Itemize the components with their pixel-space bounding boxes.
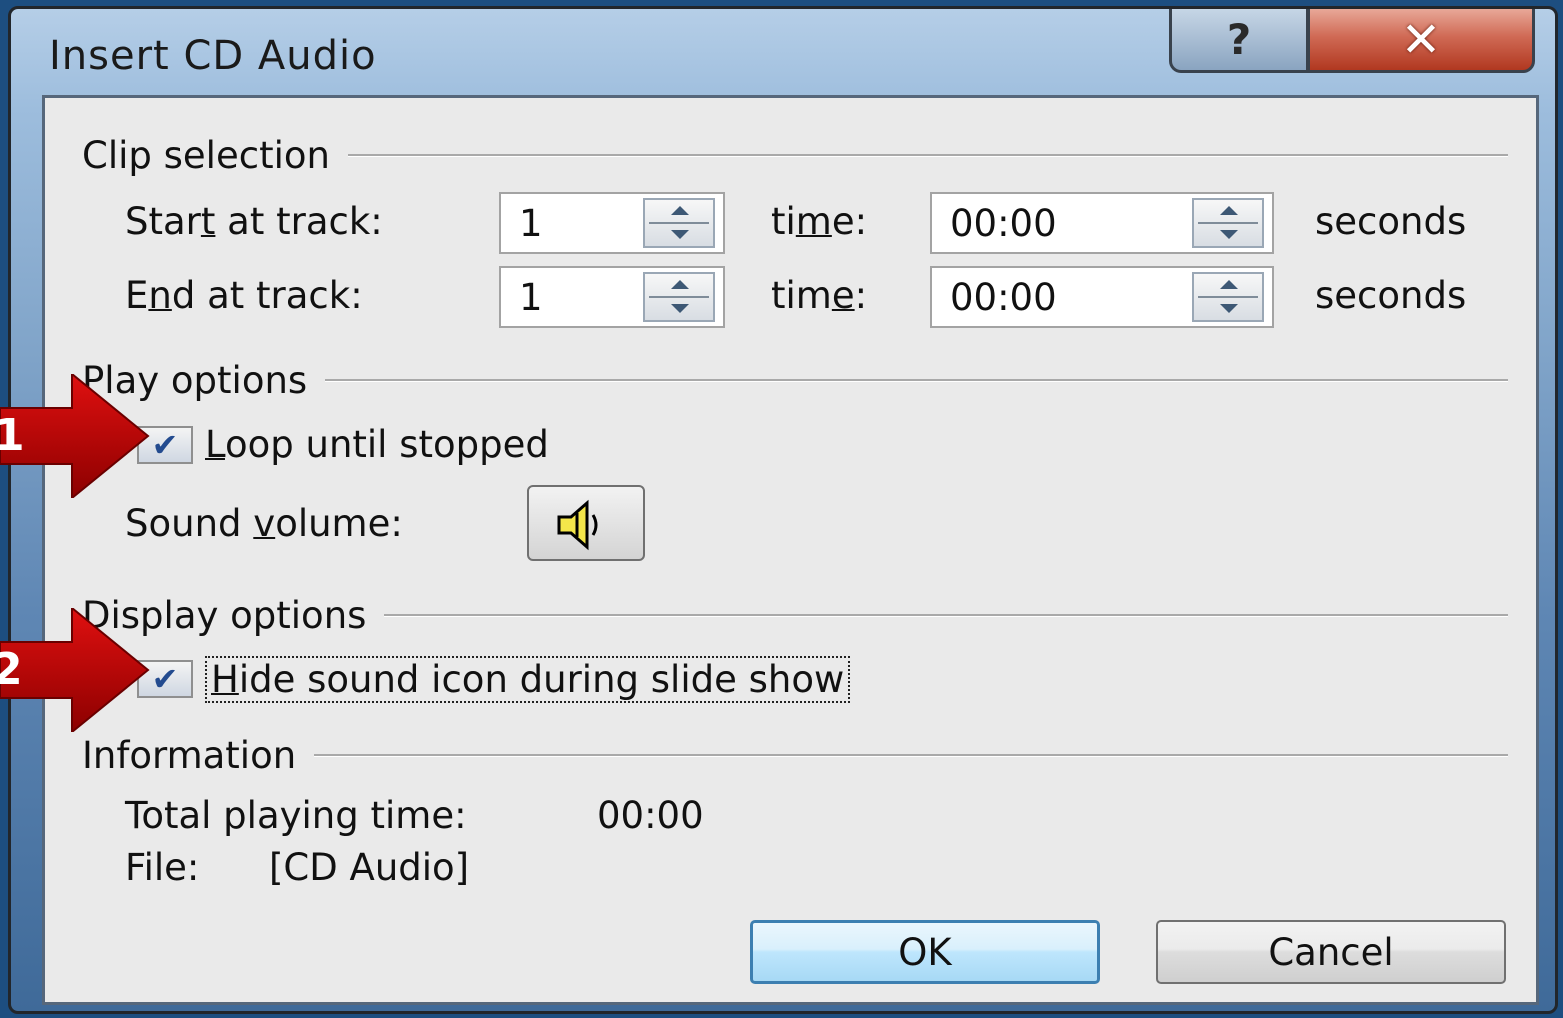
end-time-spin-buttons[interactable] <box>1192 272 1264 322</box>
insert-cd-audio-dialog: Insert CD Audio ? ✕ Clip selection Start… <box>8 6 1558 1014</box>
loop-label[interactable]: Loop until stopped <box>205 423 549 466</box>
ok-button[interactable]: OK <box>750 920 1100 984</box>
play-options-group: Play options <box>82 357 1508 403</box>
start-track-spinner[interactable]: 1 <box>499 192 725 254</box>
clip-selection-label: Clip selection <box>82 133 330 177</box>
callout-number-1: 1 <box>0 410 25 461</box>
dialog-title: Insert CD Audio <box>49 33 377 79</box>
total-playing-time-value: 00:00 <box>597 794 704 837</box>
end-time-spinner[interactable]: 00:00 <box>930 266 1274 328</box>
start-time-value[interactable]: 00:00 <box>950 202 1057 245</box>
spin-up-icon[interactable] <box>1220 280 1238 289</box>
end-time-value[interactable]: 00:00 <box>950 276 1057 319</box>
start-track-label: Start at track: <box>125 200 383 243</box>
end-track-spinner[interactable]: 1 <box>499 266 725 328</box>
file-label: File: <box>125 846 200 889</box>
spin-down-icon[interactable] <box>671 304 689 313</box>
end-seconds-label: seconds <box>1315 274 1467 317</box>
callout-number-2: 2 <box>0 644 23 695</box>
information-group: Information <box>82 732 1508 778</box>
speaker-icon <box>557 499 598 551</box>
information-label: Information <box>82 733 297 777</box>
total-playing-time-label: Total playing time: <box>125 794 467 837</box>
end-time-label: time: <box>771 274 868 317</box>
start-time-label: time: <box>771 200 868 243</box>
file-value: [CD Audio] <box>269 846 470 889</box>
group-divider <box>325 378 1508 382</box>
cancel-button[interactable]: Cancel <box>1156 920 1506 984</box>
close-button[interactable]: ✕ <box>1307 9 1535 73</box>
start-track-value[interactable]: 1 <box>519 202 543 245</box>
end-track-spin-buttons[interactable] <box>643 272 715 322</box>
group-divider <box>347 153 1508 157</box>
spin-down-icon[interactable] <box>1220 304 1238 313</box>
hide-sound-icon-label[interactable]: Hide sound icon during slide show <box>205 656 851 703</box>
spin-up-icon[interactable] <box>671 206 689 215</box>
callout-arrow-2 <box>0 608 150 732</box>
spin-down-icon[interactable] <box>671 230 689 239</box>
end-track-label: End at track: <box>125 274 363 317</box>
clip-selection-group: Clip selection <box>82 132 1508 178</box>
start-time-spin-buttons[interactable] <box>1192 198 1264 248</box>
spin-up-icon[interactable] <box>1220 206 1238 215</box>
spin-down-icon[interactable] <box>1220 230 1238 239</box>
start-time-spinner[interactable]: 00:00 <box>930 192 1274 254</box>
display-options-group: Display options <box>82 592 1508 638</box>
end-track-value[interactable]: 1 <box>519 276 543 319</box>
group-divider <box>314 753 1508 757</box>
dialog-body: Clip selection Start at track: 1 time: 0… <box>42 95 1539 1005</box>
spin-up-icon[interactable] <box>671 280 689 289</box>
start-track-spin-buttons[interactable] <box>643 198 715 248</box>
help-button[interactable]: ? <box>1169 9 1309 73</box>
start-seconds-label: seconds <box>1315 200 1467 243</box>
sound-volume-label: Sound volume: <box>125 502 403 545</box>
sound-volume-button[interactable] <box>527 485 645 561</box>
group-divider <box>384 613 1508 617</box>
